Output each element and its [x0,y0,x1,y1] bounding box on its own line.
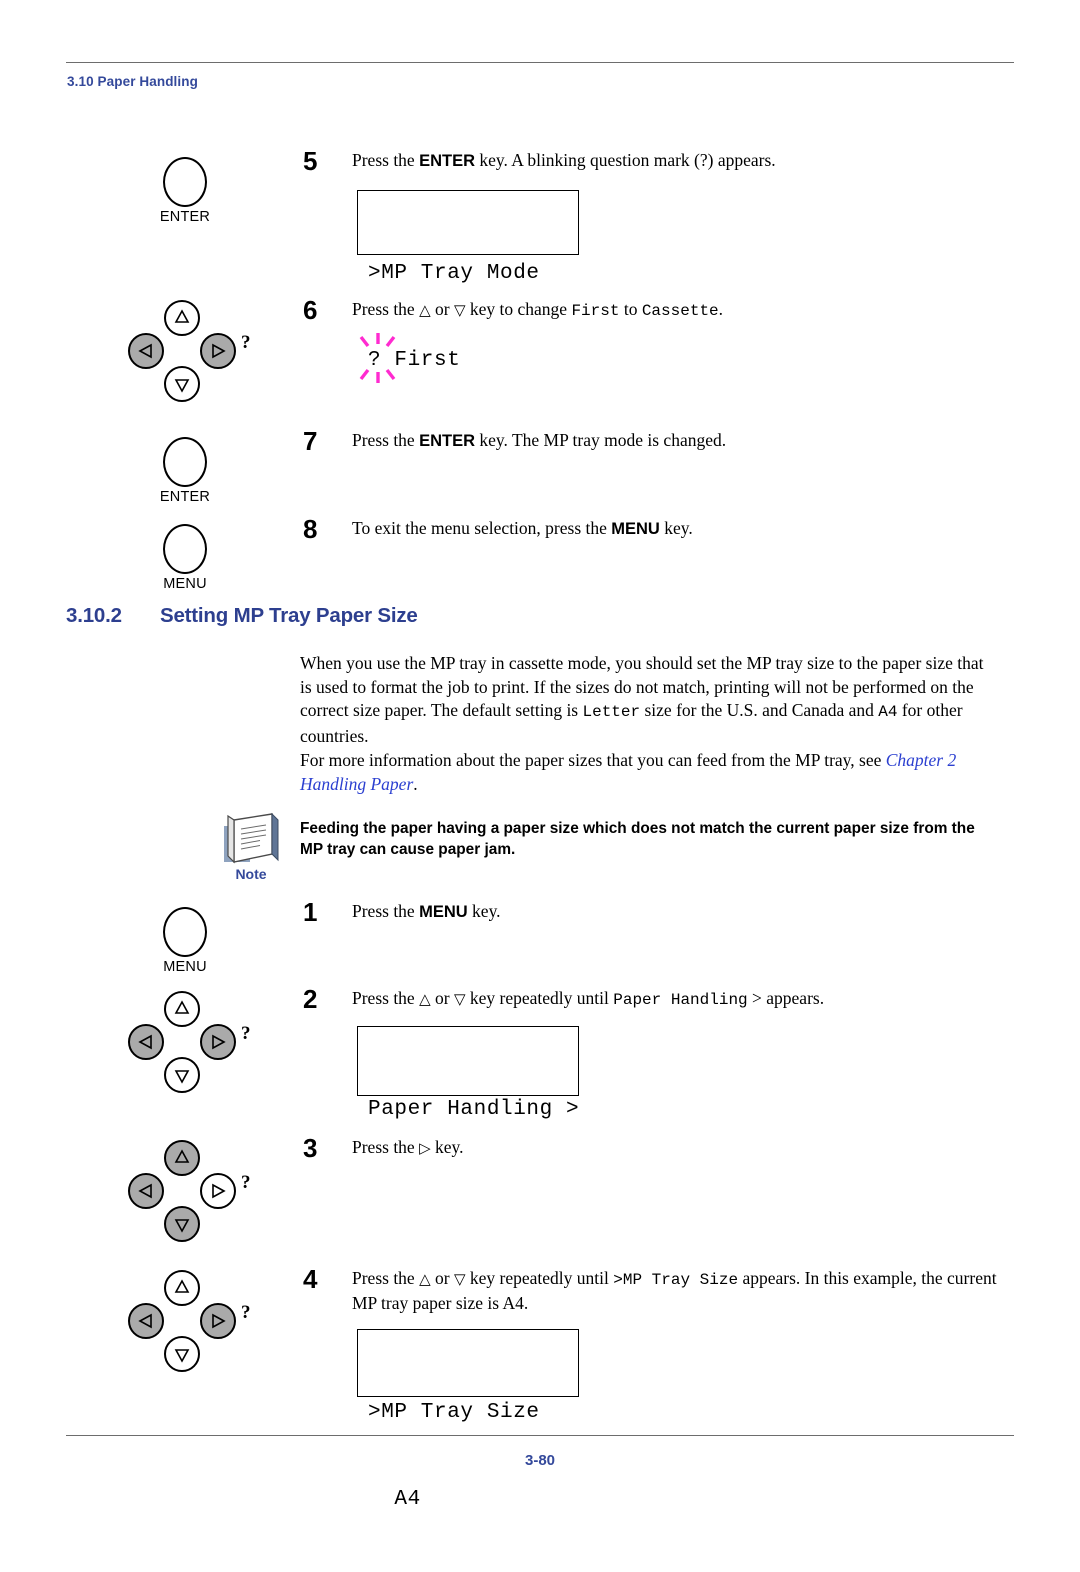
help-question-mark: ? [241,1302,251,1323]
up-arrow-key[interactable] [164,1270,200,1306]
enter-key-label: ENTER [159,489,211,505]
document-page: 3.10 Paper Handling ENTER 5 Press the EN… [0,0,1080,1528]
menu-key-circle[interactable] [163,907,207,957]
section-title: Setting MP Tray Paper Size [160,604,418,627]
menu-key-label: MENU [163,576,207,592]
step-number-4: 4 [303,1264,318,1294]
menu-key-label: MENU [163,959,207,975]
left-arrow-key[interactable] [128,333,164,369]
enter-key-circle[interactable] [163,157,207,207]
step-text-5: Press the ENTER key. A blinking question… [352,150,776,170]
arrow-key-pad-step6[interactable]: ? [128,300,258,418]
lcd-prompt-char: ? [368,349,382,372]
enter-key-label: ENTER [159,209,211,225]
help-question-mark: ? [241,332,251,353]
right-arrow-key[interactable] [200,1173,236,1209]
help-question-mark: ? [241,1023,251,1044]
paragraph-intro: When you use the MP tray in cassette mod… [300,653,984,746]
arrow-key-pad-step3[interactable]: ? [128,1140,258,1258]
header-rule [66,62,1014,63]
right-arrow-key[interactable] [200,333,236,369]
lcd-line-1: >MP Tray Mode [368,262,540,285]
page-number: 3-80 [524,1452,556,1469]
left-arrow-key[interactable] [128,1173,164,1209]
lcd-line-1: >MP Tray Size [368,1401,540,1424]
left-arrow-key[interactable] [128,1303,164,1339]
menu-key-circle[interactable] [163,524,207,574]
step-number-5: 5 [303,146,318,176]
down-arrow-key[interactable] [164,366,200,402]
paragraph-crossref: For more information about the paper siz… [300,750,957,794]
step-text-7: Press the ENTER key. The MP tray mode is… [352,430,727,450]
arrow-key-pad-step2[interactable]: ? [128,991,258,1109]
step-text-8: To exit the menu selection, press the ME… [352,518,693,538]
enter-key-circle[interactable] [163,437,207,487]
step-number-1: 1 [303,897,318,927]
left-arrow-key[interactable] [128,1024,164,1060]
lcd-paper-handling: Paper Handling > [357,1026,579,1121]
lcd-mp-tray-size: >MP Tray Size A4 [357,1329,579,1511]
right-arrow-key[interactable] [200,1303,236,1339]
down-arrow-key[interactable] [164,1057,200,1093]
lcd-value-text: First [381,349,461,372]
footer-rule [66,1435,1014,1436]
step-number-3: 3 [303,1133,318,1163]
up-arrow-key[interactable] [164,300,200,336]
help-question-mark: ? [241,1172,251,1193]
up-arrow-key[interactable] [164,1140,200,1176]
lcd-line-2 [368,1182,578,1211]
blinking-question-mark: ? [359,333,396,383]
arrow-key-pad-step4[interactable]: ? [128,1270,258,1388]
down-arrow-key[interactable] [164,1206,200,1242]
note-icon [224,812,279,864]
up-arrow-key[interactable] [164,991,200,1027]
step-text-1: Press the MENU key. [352,901,501,921]
header-section-label: 3.10 Paper Handling [67,74,198,89]
step-text-4: Press the △ or ▽ key repeatedly until >M… [352,1268,997,1313]
lcd-line-2: A4 [368,1488,421,1511]
lcd-mp-tray-mode: >MP Tray Mode ? First [357,190,579,383]
lcd-line-1: Paper Handling > [368,1098,580,1121]
step-number-2: 2 [303,984,318,1014]
step-number-6: 6 [303,295,318,325]
right-arrow-key[interactable] [200,1024,236,1060]
step-text-6: Press the △ or ▽ key to change First to … [352,299,724,320]
section-number: 3.10.2 [66,604,122,627]
down-arrow-key[interactable] [164,1336,200,1372]
step-text-3: Press the ▷ key. [352,1137,464,1157]
lcd-line-2: ? First [359,333,578,383]
step-number-8: 8 [303,514,318,544]
step-text-2: Press the △ or ▽ key repeatedly until Pa… [352,988,825,1009]
note-text: Feeding the paper having a paper size wh… [300,820,975,858]
note-label: Note [235,866,267,882]
step-number-7: 7 [303,426,318,456]
